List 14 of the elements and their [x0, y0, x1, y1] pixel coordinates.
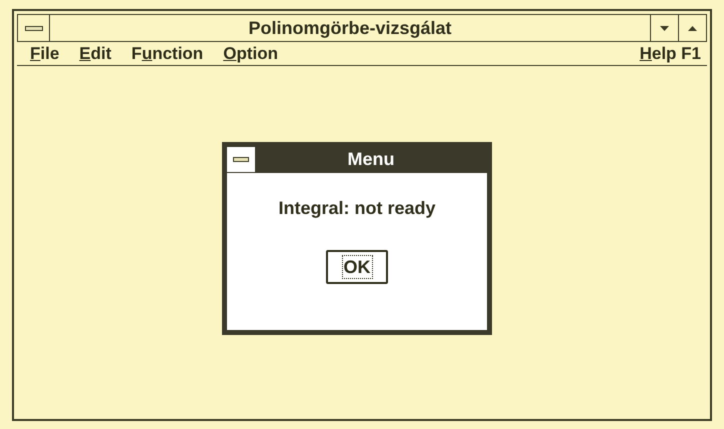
menu-item[interactable]: Help F1 — [638, 40, 703, 66]
ok-button[interactable]: OK — [326, 250, 388, 284]
window-title: Polinomgörbe-vizsgálat — [248, 16, 452, 40]
menu-item[interactable]: Edit — [70, 40, 120, 66]
menu-item[interactable]: Function — [122, 40, 212, 66]
system-menu-icon — [233, 156, 249, 162]
down-arrow-icon — [660, 26, 669, 30]
message-text: Integral: not ready — [278, 196, 436, 220]
menu-item[interactable]: File — [21, 40, 68, 66]
dialog-title: Menu — [348, 148, 394, 171]
system-menu-icon — [24, 26, 42, 30]
up-arrow-icon — [688, 26, 697, 30]
menu-item[interactable]: Option — [214, 40, 287, 66]
system-menu-button[interactable] — [227, 146, 255, 172]
